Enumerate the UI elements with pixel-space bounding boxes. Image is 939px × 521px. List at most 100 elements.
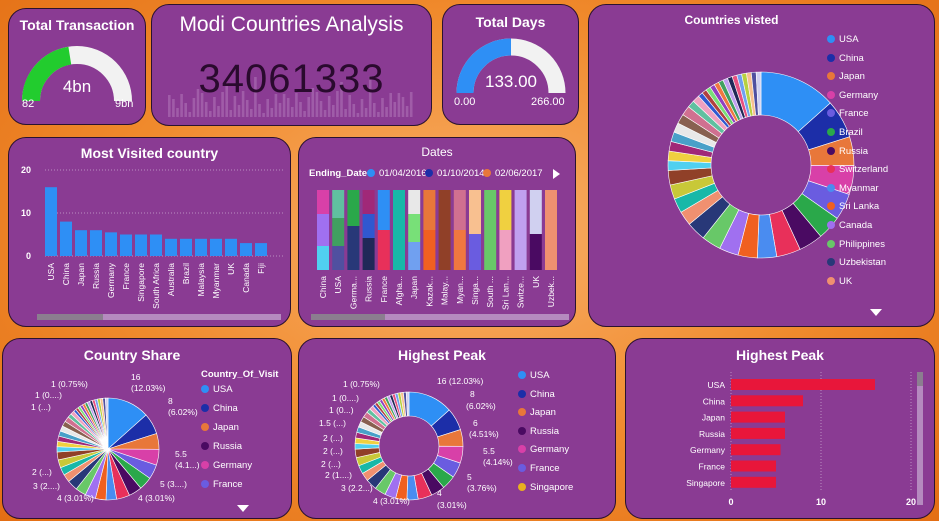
total-transaction-card: Total Transaction 4bn 82 9bn	[8, 8, 146, 125]
gauge-max-label: 266.00	[531, 96, 565, 108]
data-label: 8	[470, 389, 475, 399]
legend-item[interactable]: France	[201, 480, 243, 490]
page-title: Modi Countries Analysis	[179, 13, 404, 36]
sparkline-bar	[356, 113, 360, 117]
bar	[75, 230, 87, 256]
sparkline-bar	[352, 104, 356, 117]
legend-item[interactable]: Japan	[201, 423, 239, 433]
sparkline-bar	[323, 110, 327, 117]
bar-segment	[393, 190, 405, 270]
country-share-legend-title: Country_Of_Visit	[201, 369, 279, 380]
x-tick-label: France	[121, 263, 131, 290]
legend-item[interactable]: Sri Lanka	[827, 202, 879, 212]
scroll-down-icon[interactable]	[237, 505, 249, 512]
data-label: (12.03%)	[131, 383, 166, 393]
country-share-card: Country Share Country_Of_Visit USA China J…	[2, 338, 292, 519]
highest-peak-bar-chart: 0 10 20 USA China Japan Russia Germany France Sin…	[686, 372, 916, 507]
most-visited-chart: 0 10 20 USA China Japan Russia Germany France Sin…	[21, 165, 284, 309]
legend-item[interactable]: Canada	[827, 221, 872, 231]
legend-item[interactable]: Uzbekistan	[827, 258, 886, 268]
legend-item[interactable]: Japan	[518, 408, 556, 418]
sparkline-bar	[291, 107, 294, 117]
vertical-scrollbar[interactable]	[917, 372, 923, 505]
legend-item[interactable]: Switzerland	[827, 165, 888, 175]
x-tick-label: Myan...	[455, 276, 465, 304]
legend-item[interactable]: Myanmar	[827, 184, 879, 194]
scrollbar-thumb[interactable]	[37, 314, 103, 320]
y-tick-label: 0	[26, 251, 31, 261]
bar	[731, 379, 875, 390]
legend-item[interactable]: Brazil	[827, 128, 863, 138]
bar	[120, 234, 132, 256]
legend-swatch	[201, 442, 209, 450]
legend-item[interactable]: Russia	[201, 442, 242, 452]
legend-item[interactable]: Germany	[201, 461, 252, 471]
x-tick-label: Canada	[241, 263, 251, 293]
data-label: 4 (3.01%)	[373, 496, 410, 506]
sparkline-bar	[270, 108, 274, 117]
x-tick-label: China	[61, 263, 71, 285]
data-label: (6.02%)	[466, 401, 496, 411]
legend-swatch	[518, 389, 526, 398]
sparkline-bar	[209, 111, 212, 117]
legend-item[interactable]: Germany	[827, 91, 878, 101]
sparkline-bar	[373, 103, 376, 117]
legend-item[interactable]: Russia	[827, 146, 868, 157]
legend-swatch	[518, 482, 526, 491]
x-tick-label: 10	[816, 497, 826, 507]
bar-segment	[453, 190, 466, 230]
bar	[60, 221, 72, 256]
bar	[731, 444, 781, 456]
scroll-down-icon[interactable]	[870, 309, 882, 316]
legend-item[interactable]: France	[518, 464, 560, 474]
legend-swatch	[827, 35, 835, 43]
legend-item[interactable]: Philippines	[827, 239, 885, 250]
data-label: 5	[467, 472, 472, 482]
legend-item[interactable]: USA	[518, 371, 550, 381]
bar	[45, 187, 57, 256]
legend-item[interactable]: UK	[827, 277, 852, 287]
legend-item[interactable]: China	[201, 404, 238, 414]
legend-swatch	[518, 426, 526, 435]
legend-item[interactable]: Singapore	[518, 481, 574, 493]
data-label: 2 (...)	[323, 433, 343, 443]
sparkline-bar	[229, 110, 233, 117]
data-label: 1.5 (...)	[319, 418, 346, 428]
legend-item[interactable]: China	[827, 53, 864, 64]
legend-label: Russia	[530, 425, 560, 437]
legend-swatch	[827, 90, 835, 99]
legend-swatch	[827, 53, 835, 62]
legend-swatch	[827, 202, 835, 211]
legend-swatch	[827, 146, 835, 155]
scrollbar-thumb[interactable]	[311, 314, 385, 320]
legend-item[interactable]: France	[827, 109, 869, 119]
legend-item[interactable]: Japan	[827, 72, 865, 82]
legend-swatch	[201, 385, 209, 393]
legend-label: Japan	[839, 71, 865, 83]
bar-segment	[469, 234, 481, 270]
x-tick-label: Malay...	[440, 276, 450, 305]
data-label: 5.5	[483, 446, 495, 456]
bar-segment	[377, 190, 390, 230]
horizontal-scrollbar[interactable]	[37, 314, 281, 320]
bar-segment	[332, 190, 345, 218]
gauge-min-label: 82	[22, 98, 35, 110]
legend-item[interactable]: USA	[201, 385, 233, 395]
data-label: 16	[131, 372, 141, 382]
horizontal-scrollbar[interactable]	[311, 314, 569, 320]
legend-swatch	[201, 461, 209, 469]
x-tick-label: Australia	[166, 263, 176, 296]
legend-swatch	[827, 183, 835, 192]
legend-item[interactable]: China	[518, 389, 555, 400]
total-days-card: Total Days 133.00 0.00 266.00	[442, 4, 579, 125]
legend-item[interactable]: USA	[827, 35, 859, 45]
legend-label: Singapore	[530, 481, 574, 493]
legend-item[interactable]: Russia	[518, 427, 559, 437]
gauge-max-label: 9bn	[115, 98, 134, 110]
legend-item[interactable]: Germany	[518, 445, 569, 455]
bar-segment	[347, 190, 360, 226]
legend-label: USA	[530, 370, 550, 381]
legend-label: Germany	[530, 444, 570, 456]
scrollbar-thumb[interactable]	[917, 372, 923, 386]
y-tick-label: China	[703, 396, 725, 406]
